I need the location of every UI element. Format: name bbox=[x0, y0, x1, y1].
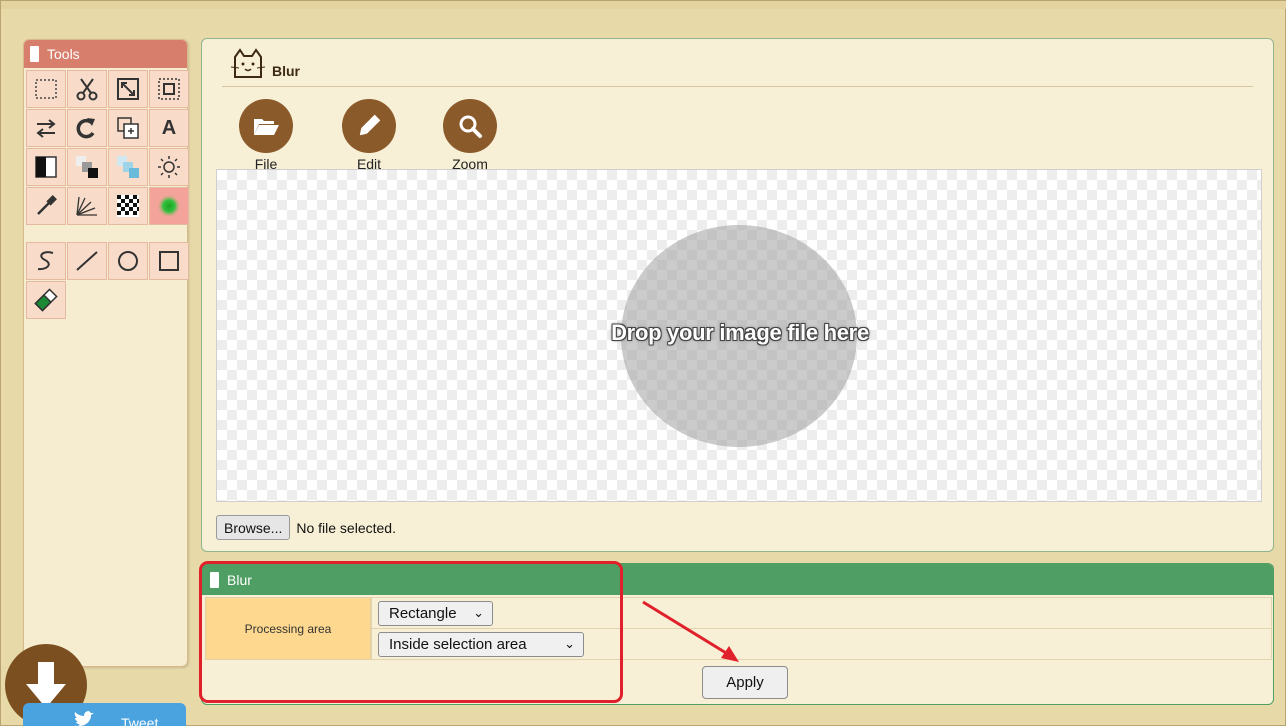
tools-panel-header: Tools bbox=[24, 40, 187, 68]
crop-tool[interactable] bbox=[149, 70, 189, 108]
processing-area-label: Processing area bbox=[205, 597, 371, 660]
chevron-down-icon: ⌄ bbox=[473, 605, 484, 620]
edit-button[interactable]: Edit bbox=[334, 99, 404, 172]
blur-tool[interactable] bbox=[149, 187, 189, 225]
file-button-circle bbox=[239, 99, 293, 153]
panel-marker bbox=[210, 571, 219, 588]
line-icon bbox=[76, 251, 98, 271]
text-icon: A bbox=[161, 116, 177, 139]
magnifier-icon bbox=[459, 115, 482, 138]
curve-tool[interactable] bbox=[26, 242, 66, 280]
window-top-frame bbox=[1, 1, 1286, 9]
chevron-down-icon: ⌄ bbox=[564, 636, 575, 651]
twitter-bird-icon bbox=[74, 711, 94, 726]
panel-title-row: Blur bbox=[230, 47, 300, 81]
shape-select-value: Rectangle bbox=[389, 605, 457, 622]
select-rect-tool[interactable] bbox=[26, 70, 66, 108]
eyedropper-tool[interactable] bbox=[26, 187, 66, 225]
rotate-tool[interactable] bbox=[67, 109, 107, 147]
grayscale-icon bbox=[76, 156, 98, 178]
title-divider bbox=[222, 86, 1253, 87]
zoom-button[interactable]: Zoom bbox=[435, 99, 505, 172]
annotation-arrow-icon bbox=[642, 600, 739, 662]
brightness-icon bbox=[158, 156, 180, 178]
pencil-icon bbox=[359, 114, 381, 136]
tools-panel: Tools A bbox=[23, 39, 189, 667]
grayscale-tool[interactable] bbox=[67, 148, 107, 186]
eyedropper-icon bbox=[37, 195, 57, 215]
tweet-button[interactable]: Tweet bbox=[23, 703, 186, 726]
square-tool[interactable] bbox=[149, 242, 189, 280]
edit-button-circle bbox=[342, 99, 396, 153]
file-status-text: No file selected. bbox=[296, 519, 396, 536]
scissors-icon bbox=[76, 78, 98, 101]
text-tool[interactable]: A bbox=[149, 109, 189, 147]
main-panel: Blur File Edit Zoom Drop your image file… bbox=[201, 38, 1274, 552]
crop-icon bbox=[158, 78, 180, 100]
tweet-label: Tweet bbox=[121, 715, 159, 726]
blur-icon bbox=[157, 194, 181, 218]
area-select-value: Inside selection area bbox=[389, 636, 527, 653]
drop-zone-text: Drop your image file here bbox=[611, 320, 869, 345]
color-tool[interactable] bbox=[108, 148, 148, 186]
file-input-row: Browse... No file selected. bbox=[216, 515, 396, 540]
eraser-icon bbox=[34, 288, 58, 312]
contrast-tool[interactable] bbox=[26, 148, 66, 186]
scissors-tool[interactable] bbox=[67, 70, 107, 108]
cat-logo-icon bbox=[230, 48, 266, 78]
select-rect-icon bbox=[35, 79, 57, 99]
flip-tool[interactable] bbox=[26, 109, 66, 147]
brightness-tool[interactable] bbox=[149, 148, 189, 186]
panel-marker bbox=[30, 46, 39, 62]
shape-select[interactable]: Rectangle ⌄ bbox=[378, 601, 493, 626]
contrast-icon bbox=[35, 156, 57, 178]
curve-icon bbox=[37, 251, 54, 271]
resize-icon bbox=[117, 78, 139, 100]
sparkle-icon bbox=[76, 196, 97, 216]
mosaic-icon bbox=[117, 195, 139, 217]
page-title: Blur bbox=[272, 63, 300, 79]
line-tool[interactable] bbox=[67, 242, 107, 280]
sparkle-tool[interactable] bbox=[67, 187, 107, 225]
circle-tool[interactable] bbox=[108, 242, 148, 280]
area-select[interactable]: Inside selection area ⌄ bbox=[378, 632, 584, 657]
blur-panel-header: Blur bbox=[202, 564, 1273, 595]
blur-panel-title: Blur bbox=[227, 571, 252, 588]
folder-open-icon bbox=[254, 119, 279, 135]
copy-layer-icon bbox=[117, 117, 139, 139]
zoom-button-circle bbox=[443, 99, 497, 153]
resize-tool[interactable] bbox=[108, 70, 148, 108]
rotate-icon bbox=[76, 118, 95, 139]
browse-button[interactable]: Browse... bbox=[216, 515, 291, 540]
eraser-tool[interactable] bbox=[26, 281, 66, 319]
mosaic-tool[interactable] bbox=[108, 187, 148, 225]
copy-layer-tool[interactable] bbox=[108, 109, 148, 147]
color-icon bbox=[117, 156, 139, 178]
circle-icon bbox=[118, 251, 138, 271]
area-row: Inside selection area ⌄ bbox=[371, 628, 1272, 660]
square-icon bbox=[159, 251, 179, 271]
flip-icon bbox=[36, 119, 56, 138]
tools-panel-title: Tools bbox=[47, 46, 80, 62]
file-button[interactable]: File bbox=[231, 99, 301, 172]
shape-row: Rectangle ⌄ bbox=[371, 597, 1272, 629]
image-drop-zone[interactable]: Drop your image file here bbox=[216, 169, 1262, 502]
